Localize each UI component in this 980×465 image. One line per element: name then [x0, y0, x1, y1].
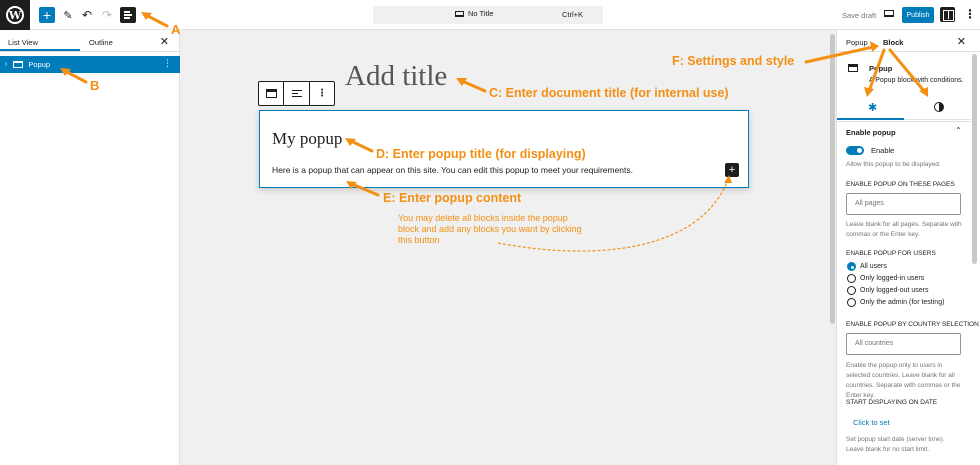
canvas-scrollbar[interactable]	[829, 30, 836, 465]
popup-title[interactable]: My popup	[272, 129, 342, 149]
radio-label: Only the admin (for testing)	[860, 299, 945, 306]
pages-input[interactable]: All pages	[846, 193, 961, 215]
active-tab-indicator	[0, 49, 80, 51]
block-card: Popup A Popup block with conditions.	[837, 53, 971, 84]
save-draft-button[interactable]: Save draft	[842, 11, 876, 20]
tab-block[interactable]: Block	[883, 38, 903, 47]
country-input[interactable]: All countries	[846, 333, 961, 355]
enable-help-text: Allow this popup to be displayed.	[846, 161, 941, 168]
close-icon[interactable]: ✕	[160, 35, 169, 48]
start-date-link[interactable]: Click to set	[853, 418, 890, 427]
tab-popup[interactable]: Popup	[846, 38, 868, 47]
plus-icon: +	[728, 164, 736, 176]
wordpress-icon: W	[6, 6, 24, 24]
redo-button[interactable]: ↷	[101, 7, 113, 23]
pages-help-text: Leave blank for all pages. Separate with…	[846, 221, 962, 238]
popup-block-icon	[13, 61, 24, 68]
enable-toggle[interactable]	[846, 146, 864, 155]
close-icon[interactable]: ✕	[957, 35, 966, 48]
annotation-b: B	[90, 78, 100, 93]
popup-content-paragraph[interactable]: Here is a popup that can appear on this …	[272, 165, 633, 175]
list-view-tabs: List View Outline ✕	[0, 30, 179, 52]
block-description: A Popup block with conditions.	[869, 77, 964, 84]
users-label: ENABLE POPUP FOR USERS	[846, 250, 936, 257]
document-overview-button[interactable]	[120, 7, 136, 23]
redo-icon: ↷	[101, 8, 113, 22]
item-options-icon[interactable]: ⋮	[163, 58, 172, 69]
align-button[interactable]	[284, 82, 310, 105]
desktop-icon	[455, 10, 464, 17]
radio-admin-only[interactable]	[847, 298, 856, 307]
undo-button[interactable]: ↶	[81, 7, 93, 23]
tab-list-view[interactable]: List View	[8, 38, 38, 47]
radio-logged-in[interactable]	[847, 274, 856, 283]
active-tab-indicator	[837, 118, 904, 120]
radio-all-users[interactable]	[847, 262, 856, 271]
tab-outline[interactable]: Outline	[89, 38, 113, 47]
radio-label: Only logged-in users	[860, 275, 925, 282]
settings-sidebar: Popup Block ✕ Popup A Popup block with c…	[836, 30, 980, 465]
block-name: Popup	[869, 64, 893, 73]
preview-button[interactable]	[884, 10, 894, 17]
enable-toggle-label: Enable	[871, 146, 895, 155]
wordpress-logo-button[interactable]: W	[0, 0, 30, 30]
block-inserter-button[interactable]: +	[725, 163, 739, 177]
list-item-label: Popup	[28, 60, 51, 69]
settings-style-tabs: ✱	[837, 94, 971, 120]
sidebar-scrollbar[interactable]	[971, 52, 978, 465]
start-date-label: START DISPLAYING ON DATE	[846, 399, 938, 406]
command-palette-bar[interactable]: No Title Ctrl+K	[373, 6, 603, 24]
styles-icon[interactable]	[934, 102, 944, 112]
tools-button[interactable]: ✎	[62, 7, 74, 23]
pages-label: ENABLE POPUP ON THESE PAGES	[846, 181, 955, 188]
undo-icon: ↶	[81, 8, 93, 22]
add-block-button[interactable]: +	[39, 7, 55, 23]
radio-label: All users	[860, 263, 887, 270]
section-title[interactable]: Enable popup	[846, 128, 896, 137]
annotation-f: F: Settings and style	[672, 54, 795, 68]
command-bar-title: No Title	[468, 9, 494, 18]
chevron-right-icon[interactable]: ›	[5, 61, 7, 68]
more-options-icon[interactable]: ⋮	[964, 7, 976, 21]
start-date-help-text: Set popup start date (server time). Leav…	[846, 436, 945, 453]
radio-label: Only logged-out users	[860, 287, 929, 294]
gear-icon[interactable]: ✱	[868, 101, 877, 114]
popup-block-icon	[848, 64, 858, 72]
plus-icon: +	[42, 7, 52, 23]
sidebar-tabs: Popup Block ✕	[837, 30, 980, 52]
publish-button[interactable]: Publish	[902, 7, 934, 23]
block-options-icon[interactable]: ⋮	[310, 82, 334, 105]
annotation-c: C: Enter document title (for internal us…	[489, 86, 729, 100]
chevron-up-icon[interactable]: ⌃	[955, 126, 962, 135]
block-type-button[interactable]	[259, 82, 284, 105]
pencil-icon: ✎	[63, 9, 73, 22]
document-title-input[interactable]: Add title	[345, 60, 447, 93]
list-view-item-popup[interactable]: › Popup ⋮	[0, 56, 180, 73]
block-toolbar: ⋮	[258, 81, 335, 106]
settings-toggle-button[interactable]	[940, 7, 955, 22]
country-help-text: Enable the popup only to users in select…	[846, 362, 961, 399]
command-bar-shortcut: Ctrl+K	[561, 10, 583, 19]
annotation-note: You may delete all blocks inside the pop…	[398, 213, 582, 245]
country-label: ENABLE POPUP BY COUNTRY SELECTION	[846, 321, 979, 328]
annotation-e: E: Enter popup content	[383, 191, 522, 205]
top-toolbar: W + ✎ ↶ ↷ No Title Ctrl+K Save draft Pub…	[0, 0, 980, 30]
annotation-a: A	[171, 22, 181, 37]
popup-block-icon	[265, 89, 277, 98]
radio-logged-out[interactable]	[847, 286, 856, 295]
list-view-panel: List View Outline ✕ › Popup ⋮	[0, 30, 180, 465]
annotation-d: D: Enter popup title (for displaying)	[376, 147, 586, 161]
